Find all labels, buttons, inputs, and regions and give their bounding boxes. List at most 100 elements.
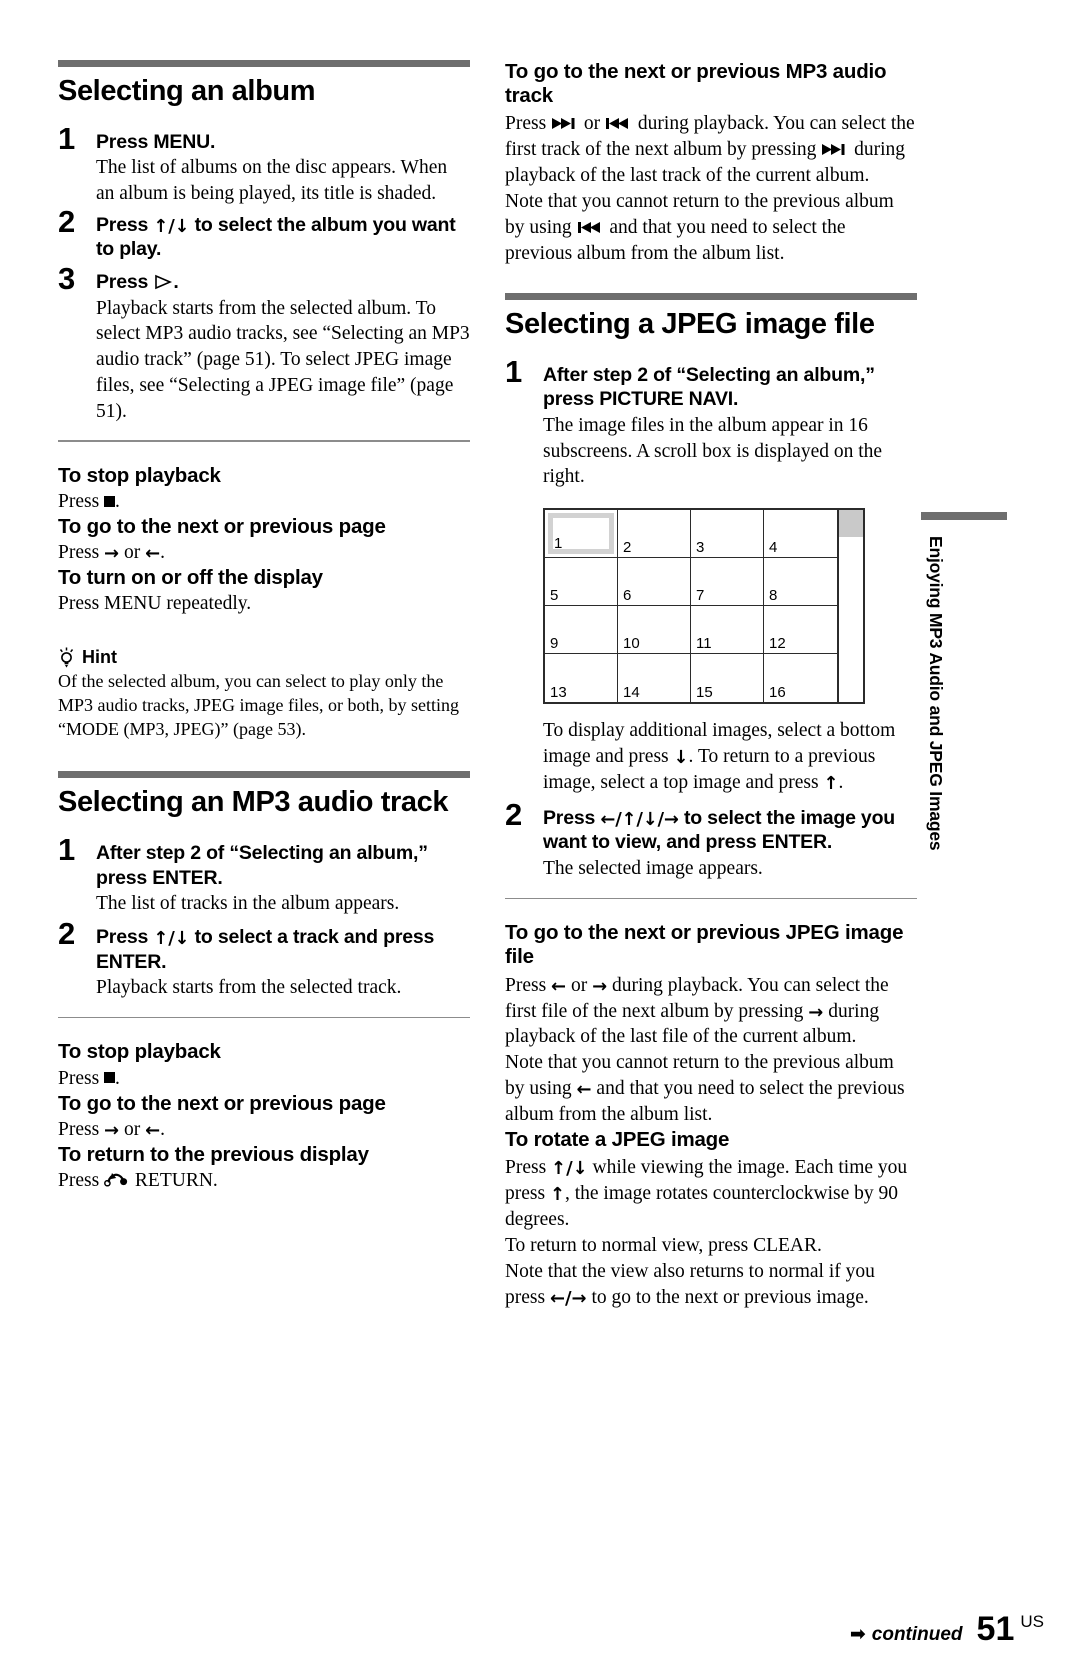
step-number: 2 — [505, 796, 523, 832]
after-figure-body: To display additional images, select a b… — [543, 718, 917, 796]
subscreen-cell[interactable]: 4 — [764, 510, 837, 559]
press-label: Press — [505, 974, 552, 996]
step-2-mp3: 2 Press ↑/↓ to select a track and press … — [58, 918, 470, 1001]
lightbulb-icon — [59, 647, 74, 668]
subscreen-cell[interactable]: 3 — [691, 510, 764, 559]
subscreen-cell[interactable]: 2 — [618, 510, 691, 559]
previous-track-icon — [577, 222, 600, 234]
stop-icon — [104, 495, 115, 507]
rotate-jpeg-body: Press ↑/↓ while viewing the image. Each … — [505, 1155, 917, 1233]
subscreen-cell[interactable]: 9 — [545, 606, 618, 655]
next-previous-mp3-track-body: Press or during playback. You can select… — [505, 111, 917, 189]
subscreen-cell[interactable]: 16 — [764, 654, 837, 702]
up-arrow-icon: ↑ — [823, 772, 839, 794]
section-title-selecting-mp3-audio-track: Selecting an MP3 audio track — [58, 786, 449, 819]
subheading-next-or-previous-page: To go to the next or previous page — [58, 514, 386, 538]
subscreen-number: 7 — [696, 587, 705, 605]
subscreen-number: 3 — [696, 539, 705, 557]
step-number: 2 — [58, 916, 76, 952]
subscreen-cell[interactable]: 14 — [618, 654, 691, 703]
press-label: Press — [58, 490, 105, 512]
or-label: or — [579, 113, 606, 135]
note-text: to go to the next or previous image. — [586, 1286, 869, 1308]
scroll-thumb[interactable] — [839, 510, 863, 538]
subscreen-cell[interactable]: 7 — [691, 558, 764, 607]
subscreen-number: 12 — [769, 635, 786, 653]
right-arrow-icon: → — [808, 1001, 824, 1023]
period: . — [838, 771, 844, 793]
right-arrow-icon: → — [592, 975, 608, 997]
divider — [58, 440, 470, 442]
step-heading-text-pre: Press — [96, 926, 154, 949]
stop-playback-body: Press . — [58, 489, 470, 515]
rotate-jpeg-clear-line: To return to normal view, press CLEAR. — [505, 1235, 822, 1257]
step-heading: After step 2 of “Selecting an album,” pr… — [96, 842, 428, 889]
step-heading-text-pre: Press — [543, 806, 601, 829]
page-footer: ➡ continued 51 US — [850, 1610, 1044, 1649]
section-rule — [58, 60, 470, 67]
continued-arrow-icon: ➡ — [849, 1623, 866, 1645]
step-2-jpeg: 2 Press ←/↑/↓/→ to select the image you … — [505, 799, 917, 882]
section-rule — [58, 771, 470, 779]
down-arrow-icon: ↓ — [673, 747, 689, 769]
next-track-icon — [822, 144, 845, 156]
step-1-jpeg: 1 After step 2 of “Selecting an album,” … — [505, 356, 917, 490]
side-tab-bar — [921, 512, 1007, 520]
left-arrow-icon: ← — [576, 1079, 592, 1101]
step-1-mp3: 1 After step 2 of “Selecting an album,” … — [58, 834, 470, 917]
turn-display-body: Press MENU repeatedly. — [58, 593, 252, 615]
subscreen-number: 11 — [696, 635, 712, 653]
subscreen-number: 15 — [696, 684, 713, 702]
subscreen-number: 8 — [769, 587, 778, 605]
subheading-return-previous-display: To return to the previous display — [58, 1142, 369, 1166]
subscreen-grid-figure: 1 2 3 4 5 6 7 8 9 10 11 12 13 14 15 16 — [543, 508, 865, 705]
subheading-to-stop-playback-mp3: To stop playback — [58, 1040, 221, 1064]
subscreen-number: 16 — [769, 684, 786, 702]
step-body: Playback starts from the selected album.… — [96, 297, 470, 422]
scroll-box[interactable] — [839, 508, 865, 705]
or-label: or — [119, 1118, 146, 1140]
left-arrow-icon: ← — [551, 975, 567, 997]
step-heading: Press ↑/↓ to select a track and press EN… — [96, 925, 470, 974]
up-arrow-icon: ↑ — [549, 1184, 565, 1206]
left-right-arrow-icon: ←/→ — [549, 1287, 587, 1309]
or-label: or — [119, 542, 146, 564]
subscreen-cell[interactable]: 11 — [691, 606, 764, 655]
subscreen-cell[interactable]: 12 — [764, 606, 837, 655]
hint-label: Hint — [82, 647, 117, 668]
return-label: RETURN. — [130, 1169, 218, 1191]
step-heading: Press ←/↑/↓/→ to select the image you wa… — [543, 806, 917, 855]
divider — [58, 1016, 470, 1019]
subscreen-cell-selected[interactable]: 1 — [545, 510, 618, 559]
next-track-icon — [552, 118, 575, 130]
subscreen-cell[interactable]: 13 — [545, 654, 618, 703]
step-heading: Press . — [96, 270, 470, 295]
subscreen-cell[interactable]: 6 — [618, 558, 691, 607]
subscreen-number: 13 — [550, 684, 567, 702]
step-1-album: 1 Press MENU. The list of albums on the … — [58, 123, 470, 207]
subscreen-cell[interactable]: 10 — [618, 606, 691, 655]
subscreen-cell[interactable]: 5 — [545, 558, 618, 607]
subscreen-cell[interactable]: 8 — [764, 558, 837, 607]
press-label: Press — [58, 1067, 105, 1089]
next-previous-page-body-mp3: Press → or ←. — [58, 1117, 470, 1143]
left-arrow-icon: ← — [145, 543, 161, 565]
subheading-rotate-jpeg-image: To rotate a JPEG image — [505, 1128, 730, 1152]
next-previous-page-body: Press → or ←. — [58, 540, 470, 566]
up-down-arrow-icon: ↑/↓ — [551, 1158, 588, 1180]
subscreen-number: 10 — [623, 635, 640, 653]
step-number: 2 — [58, 203, 76, 239]
divider — [505, 897, 917, 900]
right-column: To go to the next or previous MP3 audio … — [505, 60, 917, 1311]
period: . — [160, 542, 165, 564]
step-3-album: 3 Press . Playback starts from the selec… — [58, 263, 470, 424]
play-icon — [155, 274, 173, 290]
subscreen-cell[interactable]: 15 — [691, 654, 764, 703]
next-previous-jpeg-file-note: Note that you cannot return to the previ… — [505, 1050, 917, 1128]
hint-body: Of the selected album, you can select to… — [58, 671, 459, 739]
section-title-selecting-an-album: Selecting an album — [58, 75, 316, 107]
return-previous-display-body: Press RETURN. — [58, 1168, 470, 1194]
stop-icon — [104, 1072, 115, 1084]
period: . — [114, 490, 120, 512]
step-heading-text-pre: Press — [96, 271, 154, 294]
